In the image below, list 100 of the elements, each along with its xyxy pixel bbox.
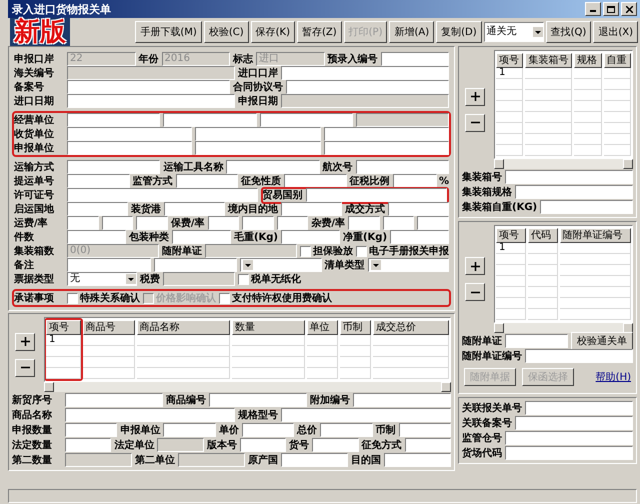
text-field[interactable] bbox=[163, 423, 216, 437]
text-field[interactable] bbox=[67, 216, 99, 230]
text-field[interactable] bbox=[281, 408, 451, 422]
column-header[interactable]: 自重 bbox=[604, 53, 632, 68]
text-field[interactable] bbox=[67, 141, 192, 155]
text-field[interactable] bbox=[312, 438, 359, 452]
text-field[interactable] bbox=[67, 258, 150, 272]
text-field[interactable] bbox=[209, 393, 307, 407]
text-field[interactable] bbox=[195, 127, 321, 141]
text-field[interactable] bbox=[540, 200, 633, 214]
maximize-button[interactable] bbox=[603, 2, 619, 16]
text-field[interactable] bbox=[164, 202, 225, 216]
text-field[interactable] bbox=[67, 174, 130, 188]
column-header[interactable]: 成交总价 bbox=[372, 320, 449, 335]
verify-button[interactable]: 校验通关单 bbox=[571, 332, 633, 350]
text-field[interactable] bbox=[356, 160, 449, 174]
text-field[interactable] bbox=[417, 216, 449, 230]
checkbox[interactable] bbox=[67, 292, 78, 304]
text-field[interactable] bbox=[65, 438, 112, 452]
scrollbar[interactable] bbox=[494, 323, 633, 333]
text-field[interactable] bbox=[525, 401, 633, 415]
text-field[interactable] bbox=[260, 113, 353, 127]
column-header[interactable]: 代码 bbox=[528, 228, 558, 243]
text-field[interactable] bbox=[384, 453, 451, 467]
checkbox[interactable] bbox=[300, 246, 311, 256]
text-field[interactable] bbox=[390, 230, 449, 244]
text-field[interactable] bbox=[67, 127, 192, 141]
toolbar-button[interactable]: 手册下载(M) bbox=[135, 21, 202, 43]
dropdown[interactable]: 无 bbox=[67, 272, 137, 286]
toolbar-button[interactable]: 保存(K) bbox=[250, 21, 295, 43]
add-button[interactable] bbox=[465, 257, 485, 275]
text-field[interactable] bbox=[65, 408, 235, 422]
toolbar-button[interactable]: 退出(X) bbox=[593, 21, 638, 43]
toolbar-button[interactable]: 查找(Q) bbox=[546, 21, 592, 43]
add-button[interactable] bbox=[15, 332, 35, 350]
text-field[interactable] bbox=[163, 113, 256, 127]
text-field[interactable] bbox=[505, 431, 633, 445]
column-header[interactable]: 规格 bbox=[574, 53, 602, 68]
column-header[interactable]: 数量 bbox=[232, 320, 305, 335]
text-field[interactable] bbox=[392, 174, 437, 188]
text-field[interactable] bbox=[65, 393, 163, 407]
dropdown[interactable] bbox=[368, 258, 449, 272]
text-field[interactable] bbox=[515, 416, 633, 430]
text-field[interactable] bbox=[306, 188, 447, 202]
column-header[interactable]: 项号 bbox=[496, 228, 526, 243]
text-field[interactable] bbox=[176, 174, 238, 188]
text-field[interactable] bbox=[281, 66, 449, 80]
dropdown[interactable]: 通关无 bbox=[484, 22, 544, 42]
text-field[interactable] bbox=[286, 80, 449, 94]
text-field[interactable] bbox=[226, 160, 320, 174]
text-field[interactable] bbox=[67, 230, 126, 244]
text-field[interactable] bbox=[208, 216, 240, 230]
checkbox[interactable] bbox=[238, 274, 249, 284]
text-field[interactable] bbox=[242, 423, 294, 437]
checkbox[interactable] bbox=[356, 246, 367, 256]
remove-button[interactable] bbox=[465, 283, 485, 301]
text-field[interactable] bbox=[67, 94, 235, 108]
column-header[interactable]: 项号 bbox=[496, 53, 524, 68]
text-field[interactable] bbox=[505, 170, 633, 184]
checkbox[interactable] bbox=[219, 292, 230, 304]
scrollbar[interactable] bbox=[494, 159, 633, 169]
close-button[interactable] bbox=[621, 2, 637, 16]
text-field[interactable] bbox=[380, 52, 449, 66]
text-field[interactable] bbox=[515, 185, 633, 199]
text-field[interactable] bbox=[172, 230, 231, 244]
text-field[interactable] bbox=[505, 334, 568, 348]
text-field[interactable] bbox=[404, 438, 452, 452]
text-field[interactable] bbox=[67, 188, 258, 202]
text-field[interactable] bbox=[67, 160, 160, 174]
toolbar-button[interactable]: 新增(A) bbox=[389, 21, 434, 43]
text-field[interactable] bbox=[324, 127, 449, 141]
text-field[interactable] bbox=[281, 202, 342, 216]
toolbar-button[interactable]: 暂存(Z) bbox=[296, 21, 342, 43]
text-field[interactable] bbox=[67, 202, 128, 216]
column-header[interactable]: 随附单证编号 bbox=[560, 228, 631, 243]
remove-button[interactable] bbox=[465, 114, 485, 132]
column-header[interactable]: 币制 bbox=[340, 320, 371, 335]
text-field[interactable] bbox=[353, 393, 451, 407]
add-button[interactable] bbox=[465, 88, 485, 106]
scrollbar[interactable] bbox=[44, 382, 451, 392]
text-field[interactable] bbox=[281, 230, 340, 244]
text-field[interactable] bbox=[281, 453, 348, 467]
text-field[interactable] bbox=[242, 216, 274, 230]
column-header[interactable]: 商品名称 bbox=[136, 320, 230, 335]
dropdown[interactable] bbox=[240, 258, 322, 272]
text-field[interactable] bbox=[67, 80, 230, 94]
text-field[interactable] bbox=[284, 174, 346, 188]
column-header[interactable]: 集装箱号 bbox=[525, 53, 572, 68]
text-field[interactable] bbox=[348, 216, 380, 230]
text-field[interactable] bbox=[65, 423, 118, 437]
minimize-button[interactable] bbox=[585, 2, 601, 16]
text-field[interactable] bbox=[505, 446, 633, 460]
remove-button[interactable] bbox=[15, 358, 35, 376]
column-header[interactable]: 项号 bbox=[46, 320, 81, 335]
help-link[interactable]: 帮助(H) bbox=[596, 370, 631, 384]
column-header[interactable]: 商品号 bbox=[82, 320, 135, 335]
text-field[interactable] bbox=[67, 113, 160, 127]
text-field[interactable] bbox=[320, 423, 373, 437]
text-field[interactable] bbox=[102, 216, 134, 230]
text-field[interactable] bbox=[388, 202, 449, 216]
